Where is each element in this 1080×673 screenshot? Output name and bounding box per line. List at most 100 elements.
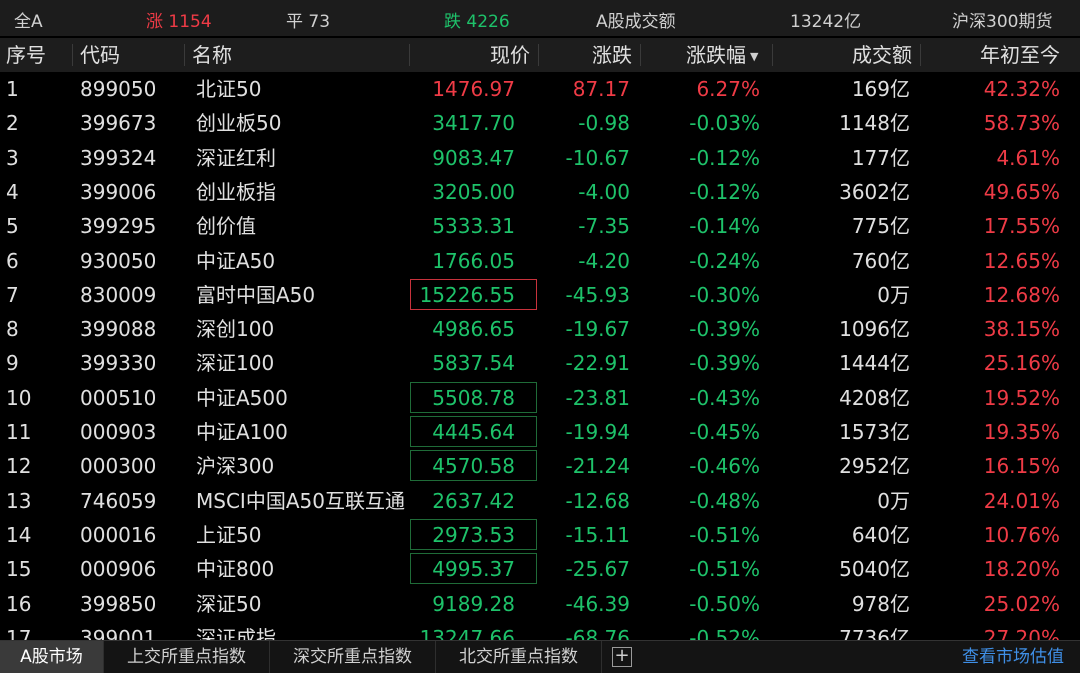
table-row[interactable]: 14 000016 上证50 2973.53 -15.11 -0.51% 640亿 10.76… [0,518,1080,552]
cell-volume: 1096亿 [839,317,910,342]
cell-price: 1766.05 [432,248,515,273]
cell-change: -4.20 [578,248,630,273]
cell-name: 中证A50 [196,248,276,273]
cell-pct: -0.24% [689,248,760,273]
col-seq[interactable]: 序号 [6,38,46,72]
table-row[interactable]: 11 000903 中证A100 4445.64 -19.94 -0.45% 1573亿 19… [0,415,1080,449]
col-price[interactable]: 现价 [410,38,530,72]
table-row[interactable]: 10 000510 中证A500 5508.78 -23.81 -0.43% 4208亿 19… [0,381,1080,415]
view-valuation-link[interactable]: 查看市场估值 [962,641,1064,673]
table-row[interactable]: 9 399330 深证100 5837.54 -22.91 -0.39% 1444亿 25.1… [0,346,1080,380]
cell-name: 中证A500 [196,385,288,410]
cell-price: 13247.66 [419,625,515,640]
cell-pct: -0.45% [689,420,760,444]
cell-volume: 1148亿 [839,111,910,136]
cell-price: 4570.58 [432,454,515,479]
cell-pct: -0.46% [689,454,760,479]
table-row[interactable]: 17 399001 深证成指 13247.66 -68.76 -0.52% 7736亿 27.… [0,621,1080,640]
cell-seq: 1 [6,77,19,101]
cell-code: 399324 [80,145,157,170]
table-row[interactable]: 12 000300 沪深300 4570.58 -21.24 -0.46% 2952亿 16.… [0,449,1080,483]
cell-name: 深证50 [196,591,262,616]
table-row[interactable]: 6 930050 中证A50 1766.05 -4.20 -0.24% 760亿 12.65% [0,244,1080,278]
cell-volume: 1573亿 [839,420,910,444]
cell-ytd: 12.68% [983,282,1060,307]
cell-code: 399850 [80,591,157,616]
futures-label[interactable]: 沪深300期货 [952,7,1052,32]
col-ytd[interactable]: 年初至今 [930,38,1060,72]
cell-pct: -0.43% [689,385,760,410]
cell-name: 创业板50 [196,111,282,136]
table-row[interactable]: 4 399006 创业板指 3205.00 -4.00 -0.12% 3602亿 49.65% [0,175,1080,209]
tab-bse-indices[interactable]: 北交所重点指数 [436,641,602,673]
cell-pct: -0.39% [689,351,760,376]
cell-volume: 7736亿 [839,625,910,640]
col-change[interactable]: 涨跌 [540,38,632,72]
cell-code: 399673 [80,111,157,136]
cell-seq: 13 [6,488,32,513]
cell-change: -15.11 [565,522,630,547]
cell-change: -46.39 [565,591,630,616]
table-row[interactable]: 16 399850 深证50 9189.28 -46.39 -0.50% 978亿 25.02… [0,587,1080,621]
cell-volume: 4208亿 [839,385,910,410]
cell-seq: 16 [6,591,32,616]
col-pct-label: 涨跌幅 [686,43,746,67]
cell-code: 000903 [80,420,157,444]
cell-name: 中证A100 [196,420,288,444]
cell-seq: 4 [6,179,19,204]
cell-pct: -0.03% [689,111,760,136]
cell-ytd: 25.16% [983,351,1060,376]
cell-code: 399088 [80,317,157,342]
bottom-tab-bar: A股市场 上交所重点指数 深交所重点指数 北交所重点指数 + 查看市场估值 [0,640,1080,673]
table-row[interactable]: 1 899050 北证50 1476.97 87.17 6.27% 169亿 42.32% [0,72,1080,106]
cell-name: 深证100 [196,351,275,376]
col-volume[interactable]: 成交额 [780,38,912,72]
cell-ytd: 16.15% [983,454,1060,479]
table-row[interactable]: 7 830009 富时中国A50 15226.55 -45.93 -0.30% 0万 12.6… [0,278,1080,312]
tab-szse-indices[interactable]: 深交所重点指数 [270,641,436,673]
table-row[interactable]: 13 746059 MSCI中国A50互联互通 2637.42 -12.68 -0.48%… [0,484,1080,518]
cell-seq: 6 [6,248,19,273]
cell-pct: -0.51% [689,557,760,582]
cell-name: 中证800 [196,557,275,582]
cell-change: -22.91 [565,351,630,376]
turnover-label: A股成交额 [596,12,676,32]
cell-code: 746059 [80,488,157,513]
cell-ytd: 27.20% [983,625,1060,640]
cell-volume: 1444亿 [839,351,910,376]
col-pct[interactable]: 涨跌幅 ▼ [686,38,758,72]
cell-price: 5508.78 [432,385,515,410]
index-table-body: 1 899050 北证50 1476.97 87.17 6.27% 169亿 42.32% 2 3… [0,72,1080,640]
cell-name: 深证红利 [196,145,276,170]
cell-ytd: 38.15% [983,317,1060,342]
table-row[interactable]: 8 399088 深创100 4986.65 -19.67 -0.39% 1096亿 38.1… [0,312,1080,346]
tab-a-share-market[interactable]: A股市场 [0,641,104,673]
col-code[interactable]: 代码 [80,38,120,72]
cell-change: -68.76 [565,625,630,640]
cell-code: 830009 [80,282,157,307]
cell-ytd: 18.20% [983,557,1060,582]
cell-pct: -0.48% [689,488,760,513]
cell-code: 930050 [80,248,157,273]
cell-volume: 978亿 [851,591,910,616]
all-a-label[interactable]: 全A [14,7,43,32]
cell-change: -0.98 [578,111,630,136]
table-row[interactable]: 3 399324 深证红利 9083.47 -10.67 -0.12% 177亿 4.61% [0,141,1080,175]
cell-volume: 177亿 [851,145,910,170]
cell-name: 深证成指 [196,625,276,640]
tab-sse-indices[interactable]: 上交所重点指数 [104,641,270,673]
cell-change: -21.24 [565,454,630,479]
table-row[interactable]: 5 399295 创价值 5333.31 -7.35 -0.14% 775亿 17.55% [0,209,1080,243]
cell-ytd: 24.01% [983,488,1060,513]
table-row[interactable]: 15 000906 中证800 4995.37 -25.67 -0.51% 5040亿 18.… [0,552,1080,586]
cell-seq: 11 [6,420,32,444]
cell-ytd: 4.61% [996,145,1060,170]
cell-name: 深创100 [196,317,275,342]
col-divider [184,44,185,66]
add-tab-icon[interactable]: + [612,647,632,667]
col-name[interactable]: 名称 [192,38,232,72]
col-divider [538,44,539,66]
table-row[interactable]: 2 399673 创业板50 3417.70 -0.98 -0.03% 1148亿 58.73… [0,106,1080,140]
cell-seq: 2 [6,111,19,136]
cell-price: 15226.55 [419,282,515,307]
